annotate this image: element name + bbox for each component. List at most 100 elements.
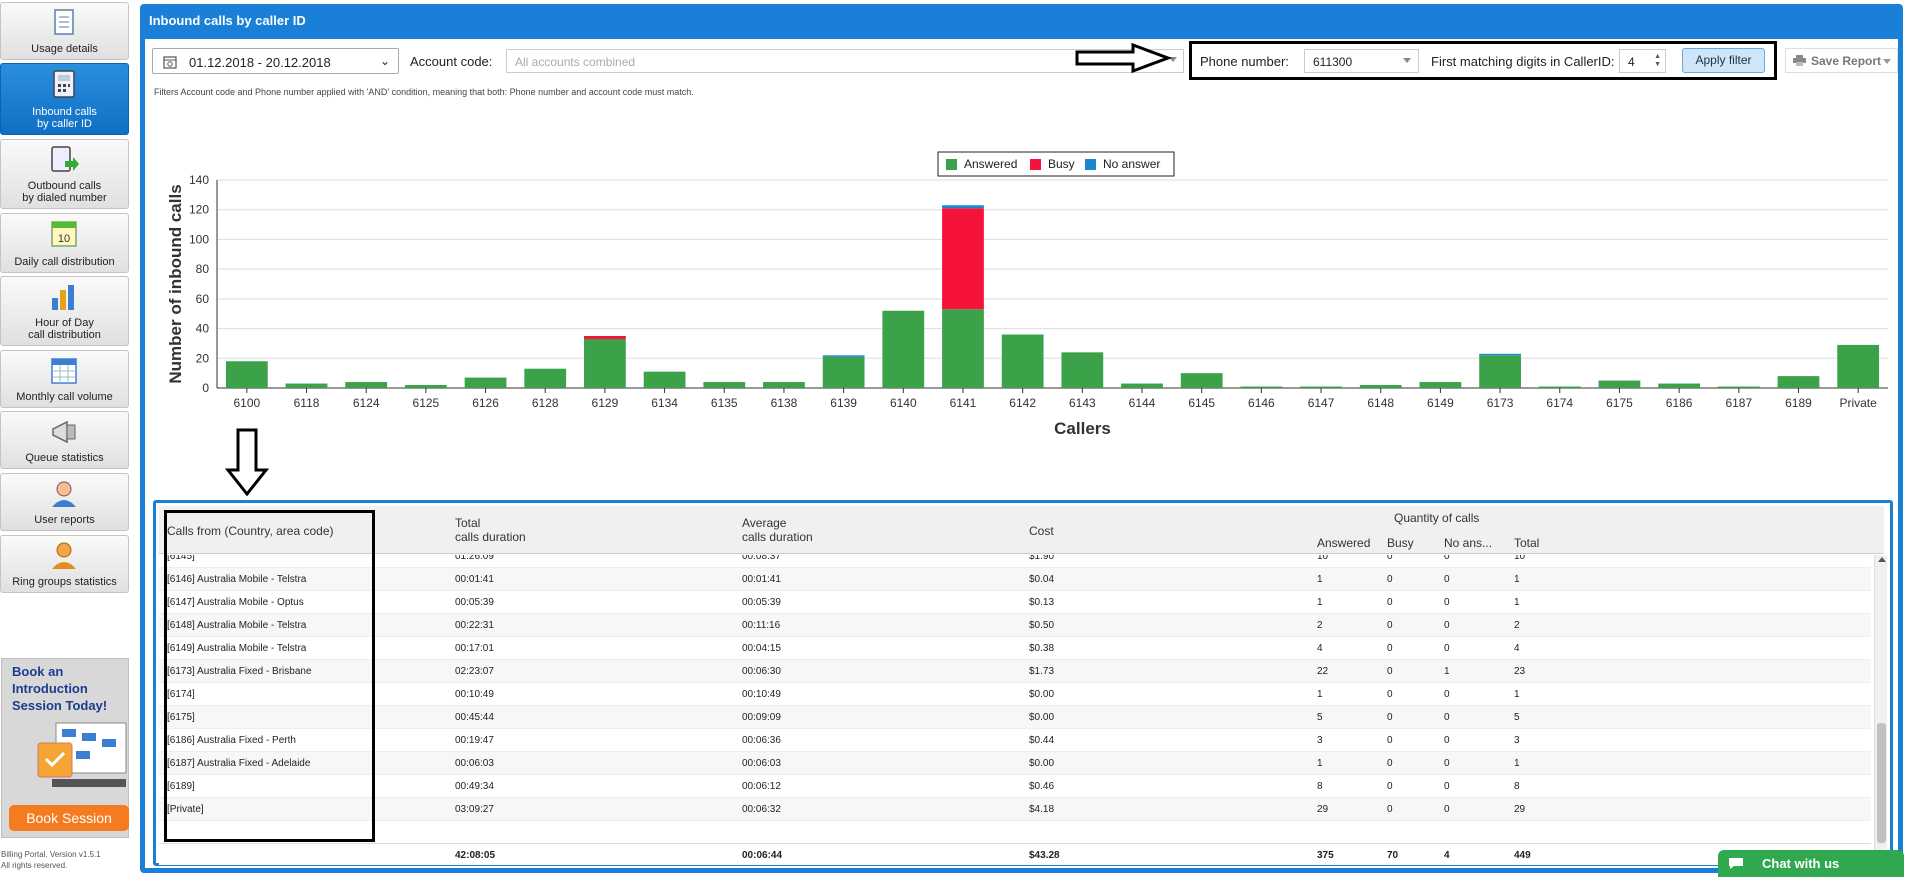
table-row[interactable]: [6174] 00:10:49 00:10:49 $0.00 1 0 0 1 [159,683,1871,706]
page-title: Inbound calls by caller ID [149,13,306,28]
spinner-arrows-icon[interactable]: ▲ ▼ [1654,53,1661,69]
chat-widget-button[interactable]: Chat with us [1718,850,1904,877]
x-tick-label: 6187 [1725,396,1752,410]
save-report-button[interactable]: Save Report [1785,48,1898,73]
cell-cost: $1.90 [1029,555,1055,562]
x-tick-label: 6118 [294,396,320,410]
table-scrollbar[interactable] [1874,555,1887,865]
x-tick-label: 6139 [830,396,857,410]
col-cost[interactable]: Cost [1029,524,1054,538]
cell-answered: 5 [1317,712,1323,723]
bar-answered [1777,376,1820,388]
cell-from: [6145] [167,555,195,562]
col-avg-duration-l1[interactable]: Average [742,516,786,530]
table-row[interactable]: [6147] Australia Mobile - Optus 00:05:39 0… [159,591,1871,614]
col-total-duration-l1[interactable]: Total [455,516,480,530]
document-icon [54,9,74,35]
cell-total: 00:17:01 [455,643,494,654]
cell-cost: $0.46 [1029,781,1055,792]
sidebar-item-ring-groups-statistics[interactable]: Ring groups statistics [0,535,129,593]
sidebar-item-hour-of-day-call-distribution[interactable]: Hour of Day call distribution [0,276,129,346]
cell-cost: $4.18 [1029,804,1055,815]
col-avg-duration-l2[interactable]: calls duration [742,530,813,544]
x-tick-label: 6143 [1069,396,1096,410]
date-range-picker[interactable]: 01.12.2018 - 20.12.2018 ⌄ [152,48,399,74]
scroll-up-arrow-icon[interactable] [1878,557,1886,562]
matching-digits-stepper[interactable]: 4 ▲ ▼ [1619,49,1666,73]
bar-no-answer [942,205,984,209]
apply-filter-button[interactable]: Apply filter [1682,48,1765,73]
col-calls-from[interactable]: Calls from (Country, area code) [167,524,334,538]
bar-answered [1001,334,1044,388]
y-tick-label: 100 [189,232,209,246]
cell-busy: 0 [1387,735,1393,746]
inbound-calls-chart: 0 20 40 60 80 100 120 140 6100 6118 6124 6125 6126 61… [166,151,1888,438]
sidebar-item-inbound-calls-by-caller-id[interactable]: Inbound calls by caller ID [0,63,129,135]
cell-total: 00:10:49 [455,689,494,700]
bar-answered [524,368,567,388]
cell-avg: 00:01:41 [742,574,781,585]
col-busy[interactable]: Busy [1387,536,1414,550]
cell-busy: 0 [1387,574,1393,585]
calendar-icon [163,56,177,69]
sidebar-item-label: Ring groups statistics [12,576,117,588]
cell-cost: $0.04 [1029,574,1055,585]
cell-from: [6148] Australia Mobile - Telstra [167,620,307,631]
cell-avg: 00:06:30 [742,666,781,677]
y-tick-label: 120 [189,203,209,217]
table-body: [6145] 01:26:09 00:08:37 $1.90 10 0 0 10 [6146] … [159,555,1871,852]
save-report-label: Save Report [1811,54,1882,68]
bar-answered [643,371,686,388]
phone-number-select[interactable]: 611300 [1304,49,1419,73]
x-tick-label: 6126 [472,396,499,410]
table-row[interactable]: [6145] 01:26:09 00:08:37 $1.90 10 0 0 10 [159,555,1871,568]
table-row[interactable]: [6187] Australia Fixed - Adelaide 00:06:0… [159,752,1871,775]
footer-total-duration: 42:08:05 [455,850,496,861]
book-session-button[interactable]: Book Session [9,805,129,831]
table-row[interactable]: [6175] 00:45:44 00:09:09 $0.00 5 0 0 5 [159,706,1871,729]
cell-noans: 0 [1444,597,1450,608]
sidebar-item-queue-statistics[interactable]: Queue statistics [0,411,129,469]
date-range-text: 01.12.2018 - 20.12.2018 [189,55,331,70]
table-row[interactable]: [6173] Australia Fixed - Brisbane 02:23:0… [159,660,1871,683]
cell-answered: 22 [1317,666,1329,677]
table-row[interactable]: [6186] Australia Fixed - Perth 00:19:47 00… [159,729,1871,752]
scroll-thumb[interactable] [1877,723,1886,843]
sidebar-item-outbound-calls-by-dialed-number[interactable]: Outbound calls by dialed number [0,139,129,209]
table-row[interactable]: [6189] 00:49:34 00:06:12 $0.46 8 0 0 8 [159,775,1871,798]
cell-sum: 29 [1514,804,1526,815]
table-row[interactable]: [6149] Australia Mobile - Telstra 00:17:0… [159,637,1871,660]
cell-avg: 00:10:49 [742,689,781,700]
sidebar-item-daily-call-distribution[interactable]: 10 Daily call distribution [0,213,129,273]
sidebar-item-usage-details[interactable]: Usage details [0,2,129,60]
account-code-select[interactable]: All accounts combined [506,49,1184,73]
table-row[interactable]: [6148] Australia Mobile - Telstra 00:22:3… [159,614,1871,637]
col-no-answer[interactable]: No ans... [1444,536,1492,550]
cell-answered: 1 [1317,689,1323,700]
cell-busy: 0 [1387,620,1393,631]
cell-total: 00:01:41 [455,574,494,585]
sidebar-item-user-reports[interactable]: User reports [0,473,129,531]
x-tick-label: 6142 [1009,396,1036,410]
version-text: Billing Portal. Version v1.5.1 All rights… [1,850,101,870]
table-row[interactable]: [Private] 03:09:27 00:06:32 $4.18 29 0 0 29 [159,798,1871,821]
sidebar-item-label: Hour of Day call distribution [28,317,101,341]
col-answered[interactable]: Answered [1317,536,1370,550]
sidebar-item-monthly-call-volume[interactable]: Monthly call volume [0,350,129,408]
main-panel: Inbound calls by caller ID 01.12.2018 - … [140,4,1903,873]
col-total[interactable]: Total [1514,536,1539,550]
promo-banner: Book an Introduction Session Today! Book Se… [1,658,129,838]
cell-total: 00:45:44 [455,712,494,723]
chevron-down-icon: ⌄ [379,54,390,68]
x-tick-label: 6147 [1308,396,1335,410]
cell-sum: 5 [1514,712,1520,723]
footer-avg-duration: 00:06:44 [742,850,783,861]
x-tick-label: 6124 [353,396,380,410]
sidebar-item-label: Daily call distribution [14,256,115,268]
col-total-duration-l2[interactable]: calls duration [455,530,526,544]
bar-answered [1061,352,1104,388]
bar-answered [1359,385,1402,388]
bar-answered [285,383,328,388]
cell-from: [6186] Australia Fixed - Perth [167,735,296,746]
table-row[interactable]: [6146] Australia Mobile - Telstra 00:01:4… [159,568,1871,591]
